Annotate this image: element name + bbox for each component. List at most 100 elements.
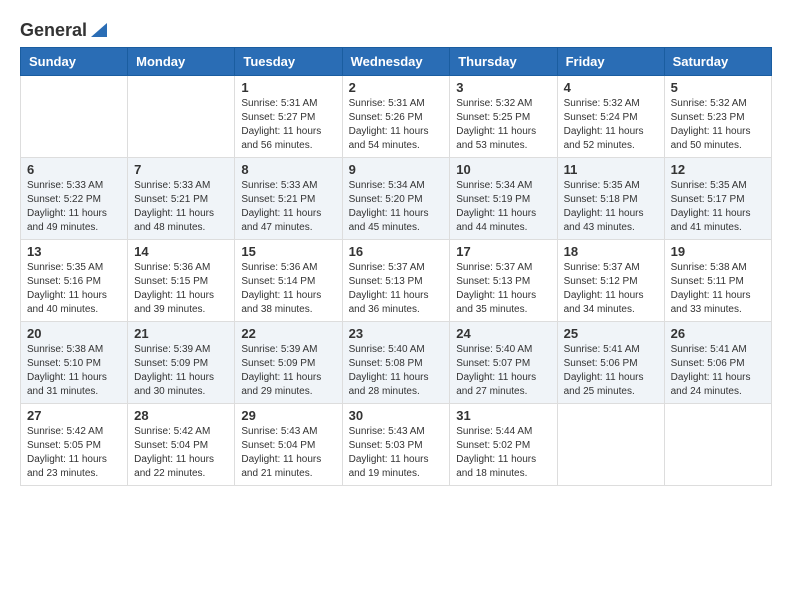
day-number: 21	[134, 326, 228, 341]
calendar-cell: 18 Sunrise: 5:37 AM Sunset: 5:12 PM Dayli…	[557, 240, 664, 322]
day-info: Sunrise: 5:38 AM Sunset: 5:11 PM Dayligh…	[671, 261, 765, 317]
weekday-header-friday: Friday	[557, 48, 664, 76]
day-number: 11	[564, 162, 658, 177]
calendar-cell: 14Sunrise: 5:36 AM Sunset: 5:15 PM Dayli…	[128, 240, 235, 322]
calendar-cell: 6 Sunrise: 5:33 AM Sunset: 5:22 PM Daylig…	[21, 158, 128, 240]
calendar-cell: 9 Sunrise: 5:34 AM Sunset: 5:20 PM Daylig…	[342, 158, 450, 240]
day-number: 26	[671, 326, 765, 341]
day-number: 6	[27, 162, 121, 177]
day-number: 13	[27, 244, 121, 259]
day-info: Sunrise: 5:35 AM Sunset: 5:18 PM Dayligh…	[564, 179, 658, 235]
day-info: Sunrise: 5:31 AM Sunset: 5:26 PM Dayligh…	[349, 97, 444, 153]
day-number: 28	[134, 408, 228, 423]
calendar-header: SundayMondayTuesdayWednesdayThursdayFrid…	[21, 48, 772, 76]
calendar-cell: 27Sunrise: 5:42 AM Sunset: 5:05 PM Dayli…	[21, 404, 128, 486]
day-number: 17	[456, 244, 550, 259]
calendar-cell: 3Sunrise: 5:32 AM Sunset: 5:25 PM Daylig…	[450, 76, 557, 158]
day-number: 9	[349, 162, 444, 177]
day-info: Sunrise: 5:44 AM Sunset: 5:02 PM Dayligh…	[456, 425, 550, 481]
day-number: 29	[241, 408, 335, 423]
calendar-cell: 21 Sunrise: 5:39 AM Sunset: 5:09 PM Dayli…	[128, 322, 235, 404]
day-number: 1	[241, 80, 335, 95]
weekday-header-saturday: Saturday	[664, 48, 771, 76]
day-number: 16	[349, 244, 444, 259]
day-info: Sunrise: 5:33 AM Sunset: 5:21 PM Dayligh…	[241, 179, 335, 235]
day-info: Sunrise: 5:33 AM Sunset: 5:22 PM Dayligh…	[27, 179, 121, 235]
day-info: Sunrise: 5:32 AM Sunset: 5:24 PM Dayligh…	[564, 97, 658, 153]
day-info: Sunrise: 5:37 AM Sunset: 5:13 PM Dayligh…	[456, 261, 550, 317]
day-info: Sunrise: 5:33 AM Sunset: 5:21 PM Dayligh…	[134, 179, 228, 235]
weekday-header-wednesday: Wednesday	[342, 48, 450, 76]
calendar-cell: 25 Sunrise: 5:41 AM Sunset: 5:06 PM Dayli…	[557, 322, 664, 404]
calendar-table: SundayMondayTuesdayWednesdayThursdayFrid…	[20, 47, 772, 486]
calendar-cell: 30Sunrise: 5:43 AM Sunset: 5:03 PM Dayli…	[342, 404, 450, 486]
day-info: Sunrise: 5:31 AM Sunset: 5:27 PM Dayligh…	[241, 97, 335, 153]
calendar-week-row: 6 Sunrise: 5:33 AM Sunset: 5:22 PM Daylig…	[21, 158, 772, 240]
weekday-header-thursday: Thursday	[450, 48, 557, 76]
day-info: Sunrise: 5:32 AM Sunset: 5:25 PM Dayligh…	[456, 97, 550, 153]
day-info: Sunrise: 5:42 AM Sunset: 5:04 PM Dayligh…	[134, 425, 228, 481]
calendar-cell: 10 Sunrise: 5:34 AM Sunset: 5:19 PM Dayli…	[450, 158, 557, 240]
day-number: 25	[564, 326, 658, 341]
day-number: 18	[564, 244, 658, 259]
weekday-header-monday: Monday	[128, 48, 235, 76]
day-number: 2	[349, 80, 444, 95]
day-info: Sunrise: 5:37 AM Sunset: 5:13 PM Dayligh…	[349, 261, 444, 317]
day-info: Sunrise: 5:37 AM Sunset: 5:12 PM Dayligh…	[564, 261, 658, 317]
calendar-cell: 19 Sunrise: 5:38 AM Sunset: 5:11 PM Dayli…	[664, 240, 771, 322]
day-number: 8	[241, 162, 335, 177]
calendar-cell: 31 Sunrise: 5:44 AM Sunset: 5:02 PM Dayli…	[450, 404, 557, 486]
day-info: Sunrise: 5:35 AM Sunset: 5:16 PM Dayligh…	[27, 261, 121, 317]
calendar-week-row: 20 Sunrise: 5:38 AM Sunset: 5:10 PM Dayli…	[21, 322, 772, 404]
day-info: Sunrise: 5:32 AM Sunset: 5:23 PM Dayligh…	[671, 97, 765, 153]
calendar-cell: 2 Sunrise: 5:31 AM Sunset: 5:26 PM Daylig…	[342, 76, 450, 158]
calendar-body: 1 Sunrise: 5:31 AM Sunset: 5:27 PM Daylig…	[21, 76, 772, 486]
calendar-cell: 26Sunrise: 5:41 AM Sunset: 5:06 PM Dayli…	[664, 322, 771, 404]
day-info: Sunrise: 5:36 AM Sunset: 5:15 PM Dayligh…	[134, 261, 228, 317]
calendar-cell: 23 Sunrise: 5:40 AM Sunset: 5:08 PM Dayli…	[342, 322, 450, 404]
day-number: 19	[671, 244, 765, 259]
calendar-cell: 20 Sunrise: 5:38 AM Sunset: 5:10 PM Dayli…	[21, 322, 128, 404]
calendar-cell: 22Sunrise: 5:39 AM Sunset: 5:09 PM Dayli…	[235, 322, 342, 404]
calendar-week-row: 27Sunrise: 5:42 AM Sunset: 5:05 PM Dayli…	[21, 404, 772, 486]
day-info: Sunrise: 5:34 AM Sunset: 5:19 PM Dayligh…	[456, 179, 550, 235]
calendar-cell: 1 Sunrise: 5:31 AM Sunset: 5:27 PM Daylig…	[235, 76, 342, 158]
calendar-cell	[664, 404, 771, 486]
calendar-cell: 29Sunrise: 5:43 AM Sunset: 5:04 PM Dayli…	[235, 404, 342, 486]
calendar-cell: 17 Sunrise: 5:37 AM Sunset: 5:13 PM Dayli…	[450, 240, 557, 322]
weekday-header-row: SundayMondayTuesdayWednesdayThursdayFrid…	[21, 48, 772, 76]
calendar-cell	[128, 76, 235, 158]
calendar-cell	[21, 76, 128, 158]
calendar-cell	[557, 404, 664, 486]
day-info: Sunrise: 5:42 AM Sunset: 5:05 PM Dayligh…	[27, 425, 121, 481]
day-info: Sunrise: 5:38 AM Sunset: 5:10 PM Dayligh…	[27, 343, 121, 399]
day-number: 24	[456, 326, 550, 341]
calendar-cell: 7Sunrise: 5:33 AM Sunset: 5:21 PM Daylig…	[128, 158, 235, 240]
calendar-cell: 4Sunrise: 5:32 AM Sunset: 5:24 PM Daylig…	[557, 76, 664, 158]
calendar-cell: 16 Sunrise: 5:37 AM Sunset: 5:13 PM Dayli…	[342, 240, 450, 322]
day-info: Sunrise: 5:40 AM Sunset: 5:07 PM Dayligh…	[456, 343, 550, 399]
day-info: Sunrise: 5:34 AM Sunset: 5:20 PM Dayligh…	[349, 179, 444, 235]
day-number: 23	[349, 326, 444, 341]
logo-general-text: General	[20, 20, 87, 41]
day-number: 31	[456, 408, 550, 423]
calendar-cell: 15Sunrise: 5:36 AM Sunset: 5:14 PM Dayli…	[235, 240, 342, 322]
weekday-header-tuesday: Tuesday	[235, 48, 342, 76]
day-info: Sunrise: 5:39 AM Sunset: 5:09 PM Dayligh…	[134, 343, 228, 399]
calendar-week-row: 1 Sunrise: 5:31 AM Sunset: 5:27 PM Daylig…	[21, 76, 772, 158]
day-info: Sunrise: 5:40 AM Sunset: 5:08 PM Dayligh…	[349, 343, 444, 399]
day-info: Sunrise: 5:41 AM Sunset: 5:06 PM Dayligh…	[564, 343, 658, 399]
calendar-cell: 28 Sunrise: 5:42 AM Sunset: 5:04 PM Dayli…	[128, 404, 235, 486]
day-number: 20	[27, 326, 121, 341]
logo-arrow-icon	[89, 19, 109, 39]
calendar-cell: 11 Sunrise: 5:35 AM Sunset: 5:18 PM Dayli…	[557, 158, 664, 240]
calendar-cell: 13 Sunrise: 5:35 AM Sunset: 5:16 PM Dayli…	[21, 240, 128, 322]
logo: General	[20, 20, 109, 37]
day-info: Sunrise: 5:36 AM Sunset: 5:14 PM Dayligh…	[241, 261, 335, 317]
calendar-week-row: 13 Sunrise: 5:35 AM Sunset: 5:16 PM Dayli…	[21, 240, 772, 322]
calendar-cell: 12Sunrise: 5:35 AM Sunset: 5:17 PM Dayli…	[664, 158, 771, 240]
day-number: 10	[456, 162, 550, 177]
day-info: Sunrise: 5:39 AM Sunset: 5:09 PM Dayligh…	[241, 343, 335, 399]
calendar-cell: 5Sunrise: 5:32 AM Sunset: 5:23 PM Daylig…	[664, 76, 771, 158]
day-number: 12	[671, 162, 765, 177]
